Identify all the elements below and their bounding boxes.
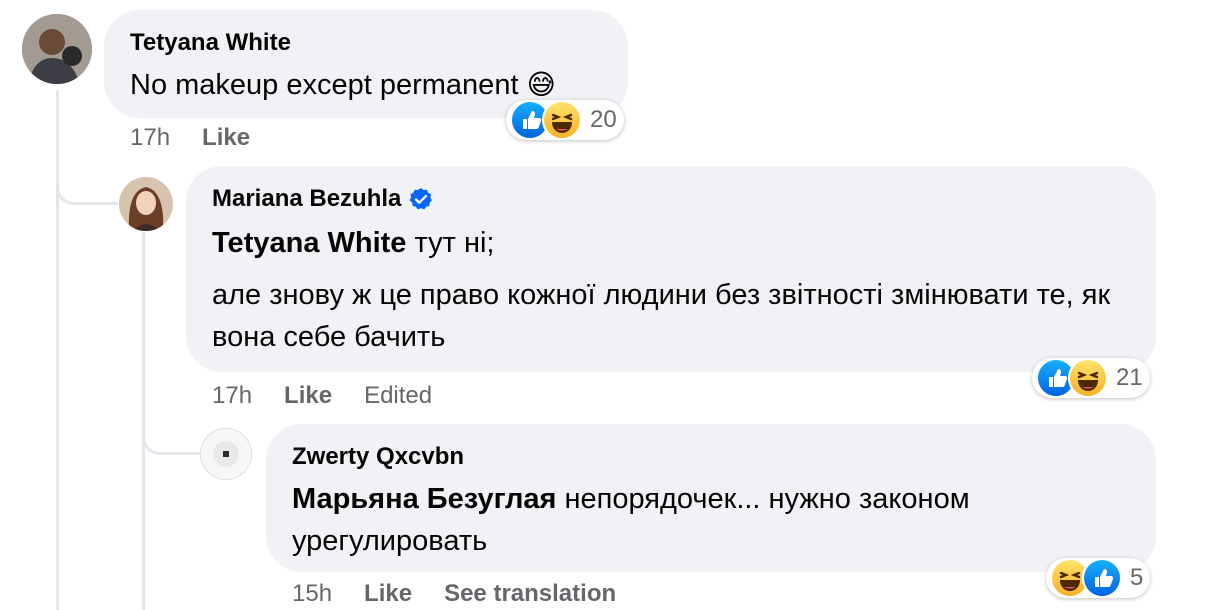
- haha-reaction-icon: [1068, 358, 1108, 398]
- comment-bubble: Zwerty Qxcvbn Марьяна Безуглая непорядоч…: [266, 424, 1156, 572]
- comment-timestamp[interactable]: 15h: [292, 580, 332, 608]
- comment-actions: 17h Like Edited: [212, 382, 432, 410]
- comment-author[interactable]: Tetyana White: [130, 28, 602, 58]
- like-button[interactable]: Like: [284, 382, 332, 410]
- avatar[interactable]: [200, 428, 252, 480]
- grinning-sweat-emoji-icon: 😅: [526, 69, 556, 100]
- reaction-count: 21: [1116, 364, 1143, 391]
- see-translation-button[interactable]: See translation: [444, 580, 616, 608]
- comment-timestamp[interactable]: 17h: [212, 382, 252, 410]
- reaction-summary[interactable]: 20: [506, 100, 624, 140]
- avatar-photo-icon: [22, 14, 92, 84]
- thread-connector-reply-2: [142, 400, 200, 455]
- comment-actions: 17h Like: [130, 124, 282, 152]
- reaction-count: 20: [590, 106, 617, 133]
- comment-actions: 15h Like See translation: [292, 580, 648, 608]
- like-reaction-icon: [1082, 558, 1122, 598]
- reaction-count: 5: [1130, 564, 1144, 591]
- verified-badge-icon: [409, 188, 433, 210]
- like-button[interactable]: Like: [202, 124, 250, 152]
- avatar-photo-icon: [201, 429, 251, 479]
- reaction-summary[interactable]: 5: [1046, 558, 1150, 598]
- comment-bubble: Mariana Bezuhla Tetyana White тут ні; ал…: [186, 166, 1156, 372]
- reaction-summary[interactable]: 21: [1032, 358, 1150, 398]
- comment-timestamp[interactable]: 17h: [130, 124, 170, 152]
- comment-text: Марьяна Безуглая непорядочек... нужно за…: [292, 483, 970, 557]
- comment-text: Tetyana White тут ні;: [212, 227, 495, 259]
- avatar[interactable]: [22, 14, 92, 84]
- avatar-photo-icon: [119, 177, 173, 231]
- comment-author[interactable]: Zwerty Qxcvbn: [292, 442, 1130, 472]
- avatar[interactable]: [119, 177, 173, 231]
- edited-label: Edited: [364, 382, 433, 409]
- mention-link[interactable]: Tetyana White: [212, 227, 406, 259]
- comment-author[interactable]: Mariana Bezuhla: [212, 184, 1130, 214]
- haha-reaction-icon: [542, 100, 582, 140]
- like-button[interactable]: Like: [364, 580, 412, 608]
- comment-text-paragraph: але знову ж це право кожної людини без з…: [212, 279, 1111, 353]
- thread-connector-reply-1: [56, 150, 118, 205]
- mention-link[interactable]: Марьяна Безуглая: [292, 483, 556, 515]
